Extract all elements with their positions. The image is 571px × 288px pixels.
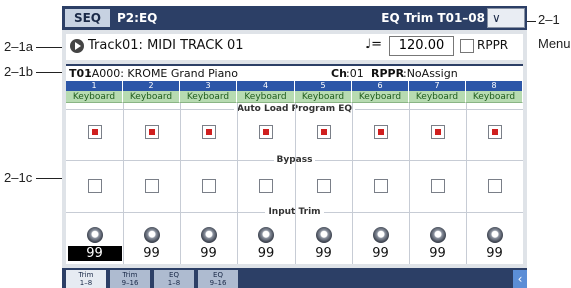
input-trim-value-1[interactable]: 99 [67, 246, 122, 261]
keyboard-cell-5: Keyboard [295, 91, 352, 103]
auto-load-eq-checkbox-6[interactable] [373, 125, 388, 139]
page-name: P2:EQ [117, 11, 158, 25]
tab-sublabel: 9–16 [209, 279, 227, 287]
keyboard-cell-1: Keyboard [66, 91, 123, 103]
keyboard-cell-4: Keyboard [237, 91, 295, 103]
tab-label: EQ [169, 271, 179, 279]
quarter-note-icon: ♩= [365, 37, 383, 52]
column-header-5: 5 [295, 81, 352, 91]
program-info-row: T01 :A000: KROME Grand Piano Ch :01 RPPR… [66, 64, 523, 81]
callout-track: 2–1a [4, 39, 33, 54]
rppr-checkbox[interactable] [460, 39, 474, 53]
auto-load-eq-checkbox-2[interactable] [144, 125, 159, 139]
bypass-checkbox-2[interactable] [144, 179, 159, 193]
tab-eq-1-8[interactable]: EQ 1–8 [154, 270, 194, 288]
column-divider [180, 103, 181, 264]
auto-load-eq-checkbox-4[interactable] [259, 125, 273, 139]
tab-trim-1-8[interactable]: Trim 1–8 [66, 270, 106, 288]
tab-bar: Trim 1–8 Trim 9–16 EQ 1–8 EQ 9–16 ‹ [62, 268, 527, 288]
prog-rppr-value: :NoAssign [403, 67, 458, 80]
bypass-checkbox-6[interactable] [373, 179, 388, 193]
page-menu-button[interactable]: ∨ [487, 8, 525, 28]
column-header-2: 2 [123, 81, 180, 91]
input-trim-knob-icon-7[interactable] [429, 227, 446, 243]
input-trim-value-6[interactable]: 99 [354, 246, 408, 261]
input-trim-knob-icon-8[interactable] [486, 227, 503, 243]
prog-ch-label: Ch [331, 67, 347, 80]
input-trim-knob-icon-5[interactable] [315, 227, 332, 243]
tab-sublabel: 1–8 [79, 279, 93, 287]
auto-load-eq-checkbox-1[interactable] [87, 125, 102, 139]
keyboard-cell-8: Keyboard [466, 91, 523, 103]
input-trim-knob-icon-2[interactable] [143, 227, 160, 243]
input-trim-knob-icon-1[interactable] [86, 227, 103, 243]
auto-load-eq-checkbox-3[interactable] [201, 125, 216, 139]
tempo-field[interactable]: 120.00 [389, 36, 454, 56]
column-header-4: 4 [237, 81, 295, 91]
prog-rppr-label: RPPR [371, 67, 405, 80]
callout-menu-word: Menu [538, 36, 571, 51]
input-trim-value-5[interactable]: 99 [297, 246, 351, 261]
callout-program: 2–1b [4, 64, 33, 79]
auto-load-eq-checkbox-5[interactable] [316, 125, 331, 139]
keyboard-cell-3: Keyboard [180, 91, 237, 103]
column-divider [466, 103, 467, 264]
mode-tab[interactable]: SEQ [65, 9, 110, 27]
prog-name: :A000: KROME Grand Piano [88, 67, 239, 80]
callout-menu-num: 2–1 [538, 12, 560, 27]
tab-label: EQ [213, 271, 223, 279]
column-divider [295, 103, 296, 264]
tab-sublabel: 9–16 [121, 279, 139, 287]
column-divider [409, 103, 410, 264]
column-divider [123, 103, 124, 264]
track-row: Track01: MIDI TRACK 01 ♩= 120.00 RPPR [66, 34, 523, 60]
keyboard-cell-7: Keyboard [409, 91, 466, 103]
bypass-checkbox-8[interactable] [487, 179, 502, 193]
chevron-down-icon: ∨ [492, 11, 501, 25]
input-trim-value-7[interactable]: 99 [411, 246, 465, 261]
input-trim-value-8[interactable]: 99 [468, 246, 522, 261]
column-header-6: 6 [352, 81, 409, 91]
tab-trim-9-16[interactable]: Trim 9–16 [110, 270, 150, 288]
track-select[interactable]: Track01: MIDI TRACK 01 [88, 38, 244, 53]
bypass-checkbox-7[interactable] [430, 179, 445, 193]
column-divider [237, 103, 238, 264]
track-select-arrow-icon[interactable] [70, 39, 84, 53]
column-header-3: 3 [180, 81, 237, 91]
keyboard-cell-6: Keyboard [352, 91, 409, 103]
column-header-1: 1 [66, 81, 123, 91]
callout-grid: 2–1c [4, 170, 33, 185]
column-divider [352, 103, 353, 264]
input-trim-knob-icon-4[interactable] [258, 227, 274, 243]
page-subtitle: EQ Trim T01–08 [381, 11, 485, 25]
input-trim-knob-icon-3[interactable] [200, 227, 217, 243]
auto-load-eq-checkbox-8[interactable] [487, 125, 502, 139]
bypass-checkbox-5[interactable] [316, 179, 331, 193]
channel-grid: Auto Load Program EQ Bypass Input Trim 1… [66, 81, 523, 264]
input-trim-value-4[interactable]: 99 [239, 246, 293, 261]
lcd-screen: SEQ P2:EQ EQ Trim T01–08 ∨ Track01: MIDI… [62, 6, 527, 288]
page-header: SEQ P2:EQ EQ Trim T01–08 ∨ [62, 6, 527, 30]
tab-label: Trim [122, 271, 138, 279]
keyboard-cell-2: Keyboard [123, 91, 180, 103]
input-trim-knob-icon-6[interactable] [372, 227, 389, 243]
bypass-checkbox-4[interactable] [259, 179, 273, 193]
column-header-8: 8 [466, 81, 523, 91]
bypass-checkbox-3[interactable] [201, 179, 216, 193]
bypass-checkbox-1[interactable] [87, 179, 102, 193]
tab-sublabel: 1–8 [167, 279, 181, 287]
tab-eq-9-16[interactable]: EQ 9–16 [198, 270, 238, 288]
rppr-label: RPPR [477, 38, 509, 52]
prog-ch-value: :01 [346, 67, 364, 80]
tab-scroll-left-icon[interactable]: ‹ [513, 270, 527, 288]
input-trim-value-3[interactable]: 99 [182, 246, 236, 261]
tab-label: Trim [78, 271, 94, 279]
auto-load-eq-checkbox-7[interactable] [430, 125, 445, 139]
column-header-7: 7 [409, 81, 466, 91]
input-trim-value-2[interactable]: 99 [125, 246, 179, 261]
